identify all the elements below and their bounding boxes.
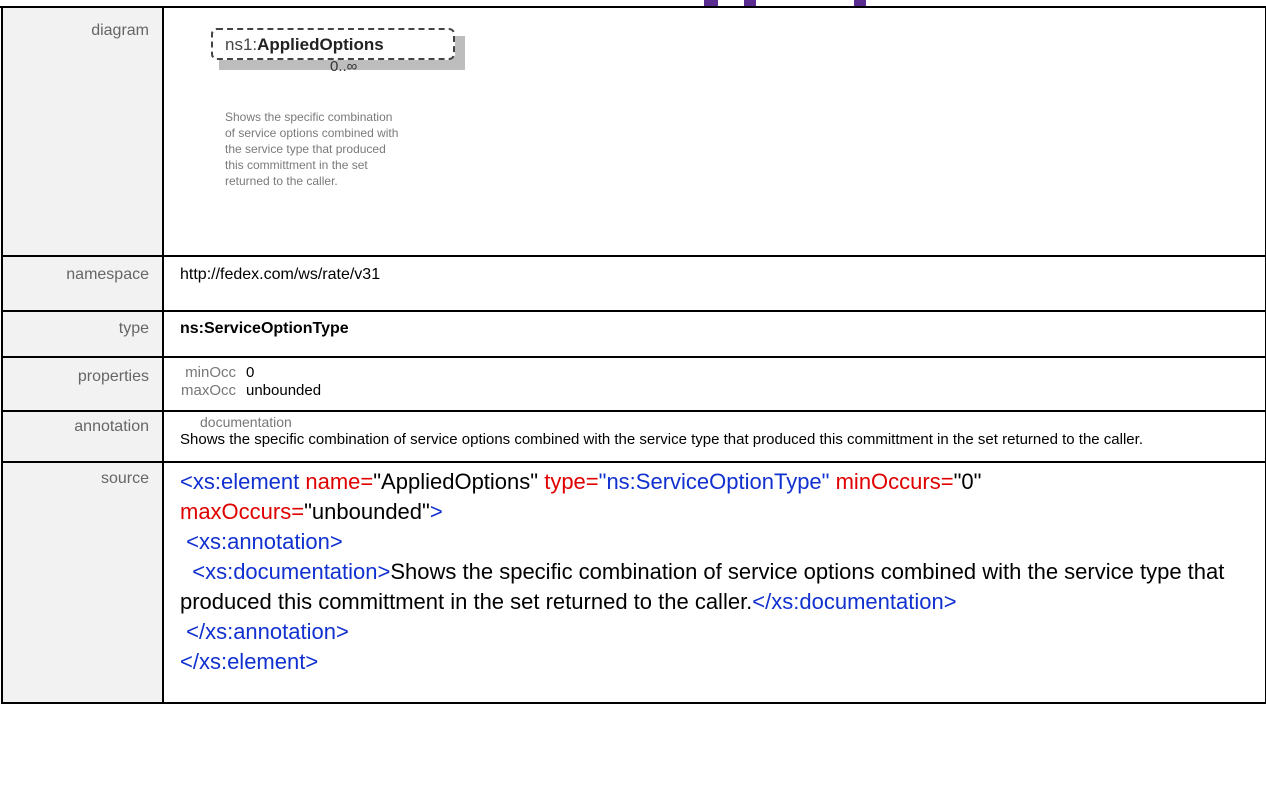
property-row: maxOcc unbounded (180, 382, 1265, 400)
documentation-text: Shows the specific combination of servic… (180, 431, 1143, 448)
annotation-cell: documentation Shows the specific combina… (162, 410, 1266, 463)
properties-cell: minOcc 0 maxOcc unbounded (162, 356, 1266, 412)
property-value: unbounded (246, 382, 322, 399)
element-local-name: AppliedOptions (257, 35, 384, 54)
row-source: source <xs:element name="AppliedOptions"… (1, 461, 1266, 704)
source-line: </xs:annotation> (186, 619, 349, 644)
property-key: minOcc (185, 364, 236, 381)
source-line: <xs:element name="AppliedOptions" type="… (180, 469, 982, 524)
row-type: type ns:ServiceOptionType (1, 310, 1266, 358)
source-line: <xs:documentation>Shows the specific com… (180, 559, 1225, 614)
label-namespace: namespace (1, 255, 164, 312)
label-properties: properties (1, 356, 164, 412)
source-line: <xs:annotation> (186, 529, 343, 554)
row-diagram: diagram ns1:AppliedOptions 0..∞ Shows th… (1, 6, 1266, 257)
property-row: minOcc 0 (180, 364, 1265, 382)
label-diagram: diagram (1, 6, 164, 257)
label-type: type (1, 310, 164, 358)
properties-table: diagram ns1:AppliedOptions 0..∞ Shows th… (1, 6, 1266, 704)
row-properties: properties minOcc 0 maxOcc unbounded (1, 356, 1266, 412)
property-key: maxOcc (180, 382, 236, 399)
occurrence-label: 0..∞ (330, 58, 358, 75)
row-annotation: annotation documentation Shows the speci… (1, 410, 1266, 463)
label-annotation: annotation (1, 410, 164, 463)
diagram-annotation: Shows the specific combination of servic… (225, 110, 399, 188)
element-name: ns1:AppliedOptions (225, 35, 384, 55)
row-namespace: namespace http://fedex.com/ws/rate/v31 (1, 255, 1266, 312)
element-diagram: ns1:AppliedOptions 0..∞ Shows the specif… (180, 8, 1265, 238)
namespace-value: http://fedex.com/ws/rate/v31 (162, 255, 1266, 312)
documentation-label: documentation (200, 414, 292, 430)
label-source: source (1, 461, 164, 704)
type-value[interactable]: ns:ServiceOptionType (162, 310, 1266, 358)
diagram-cell: ns1:AppliedOptions 0..∞ Shows the specif… (162, 6, 1266, 257)
source-code: <xs:element name="AppliedOptions" type="… (162, 461, 1266, 704)
property-value: 0 (246, 364, 255, 381)
source-line: </xs:element> (180, 649, 319, 674)
element-prefix: ns1: (225, 35, 258, 54)
